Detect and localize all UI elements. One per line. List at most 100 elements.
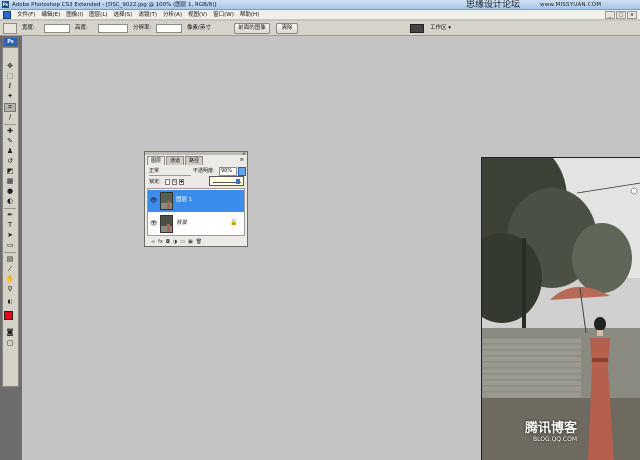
tab-layers[interactable]: 图层 [147,156,166,165]
default-colors-icon[interactable]: ◧ [4,298,16,307]
move-tool-icon[interactable]: ✥ [4,62,16,71]
marquee-tool-icon[interactable]: ⬚ [4,72,16,81]
new-layer-icon[interactable]: ▣ [188,238,193,246]
eye-icon[interactable]: 👁 [150,197,158,205]
height-field[interactable] [98,24,128,33]
brush-tool-icon[interactable]: ✎ [4,137,16,146]
panel-close-icon[interactable]: x [243,152,245,156]
ps-badge[interactable]: Ps [4,38,17,46]
toolbox-divider [4,208,16,209]
shape-tool-icon[interactable]: ▭ [4,241,16,250]
title-bar: Ps Adobe Photoshop CS3 Extended - [DSC_9… [0,0,640,10]
tab-channels[interactable]: 通道 [166,156,185,165]
height-label: 高度: [75,25,88,31]
link-icon[interactable]: ∞ [151,238,155,246]
menu-select[interactable]: 选择(S) [111,10,136,20]
resolution-field[interactable] [156,24,182,33]
blur-tool-icon[interactable]: ● [4,187,16,196]
adjustment-icon[interactable]: ◑ [173,238,177,246]
fx-icon[interactable]: fx [158,238,163,246]
eye-icon[interactable]: 👁 [150,220,158,228]
maximize-button[interactable]: □ [616,11,626,19]
options-bar: 宽度: 高度: 分辨率: 像素/英寸 前面的图像 清除 工作区 ▾ [0,21,640,36]
minimize-button[interactable]: _ [605,11,615,19]
toolbox: Ps ✥ ⬚ ℓ ✦ ⌗ / ✚ ✎ ♟ ↺ ◩ ▦ ● ◐ ✒ T ➤ ▭ ▤… [0,36,22,460]
layer-name[interactable]: 背景 [176,219,187,228]
lock-icon: 🔒 [230,219,238,226]
clone-stamp-tool-icon[interactable]: ♟ [4,147,16,156]
opacity-label: 不透明度: [193,168,215,174]
panel-menu-icon[interactable]: ≡ [240,157,244,164]
window-title: Adobe Photoshop CS3 Extended - [DSC_9022… [12,2,217,8]
resolution-unit-dropdown[interactable]: 像素/英寸 [187,24,211,33]
panel-title-strip[interactable] [145,152,247,155]
photo-image [482,158,640,460]
foreground-color-swatch[interactable] [4,311,13,320]
lock-position-icon[interactable]: ✚ [179,179,184,185]
tab-paths[interactable]: 路径 [185,156,204,165]
layer-thumbnail [160,192,173,210]
type-tool-icon[interactable]: T [4,221,16,230]
opacity-slider-knob[interactable] [236,179,240,184]
crop-tool-icon[interactable]: ⌗ [4,103,16,112]
path-selection-tool-icon[interactable]: ➤ [4,231,16,240]
history-brush-tool-icon[interactable]: ↺ [4,157,16,166]
layer-row[interactable]: 👁 背景 🔒 [148,213,244,235]
quick-mask-icon[interactable]: ◙ [4,328,16,337]
mask-icon[interactable]: ◘ [166,238,170,246]
width-label: 宽度: [22,25,35,31]
photoshop-app-icon: Ps [2,1,9,8]
menu-help[interactable]: 帮助(H) [237,10,262,20]
document-canvas[interactable] [481,157,640,460]
eraser-tool-icon[interactable]: ◩ [4,167,16,176]
site-watermark: www.MISSYUAN.COM [540,2,602,8]
menu-file[interactable]: 文件(F) [14,10,38,20]
gradient-tool-icon[interactable]: ▦ [4,177,16,186]
trash-icon[interactable]: 🗑 [196,238,202,246]
eyedropper-tool-icon[interactable]: ⁄ [4,265,16,274]
toolbox-divider [4,124,16,125]
layer-row[interactable]: 👁 图层 1 [148,190,244,212]
qq-blog-watermark: 腾讯博客 BLOG.QQ.COM [525,421,578,444]
opacity-dropdown-button[interactable] [238,167,246,176]
blend-mode-dropdown[interactable]: 正常 [149,167,191,176]
lock-pixels-icon[interactable]: ✎ [172,179,177,185]
menu-image[interactable]: 图像(I) [63,10,86,20]
layer-name[interactable]: 图层 1 [176,196,192,205]
lock-label: 锁定: [149,179,161,185]
layers-panel: x 图层 通道 路径 ≡ 正常 不透明度: 90% 锁定: ✎ ✚ 👁 图层 1… [144,151,248,247]
close-button[interactable]: x [627,11,637,19]
slice-tool-icon[interactable]: / [4,113,16,122]
layers-list: 👁 图层 1 👁 背景 🔒 [147,188,245,236]
toolbox-divider [4,252,16,253]
menu-filter[interactable]: 滤镜(T) [135,10,160,20]
opacity-input[interactable]: 90% [219,167,237,176]
tool-preset-picker[interactable] [3,23,17,34]
resolution-label: 分辨率: [133,25,152,31]
menu-view[interactable]: 视图(V) [185,10,210,20]
menu-edit[interactable]: 编辑(E) [38,10,63,20]
opacity-slider-popup [209,176,244,186]
screen-mode-icon[interactable]: ▢ [4,339,16,348]
menu-analysis[interactable]: 分析(A) [160,10,185,20]
hand-tool-icon[interactable]: ✋ [4,275,16,284]
clear-button[interactable]: 清除 [276,23,298,34]
dodge-tool-icon[interactable]: ◐ [4,197,16,206]
watermark-text: 腾讯博客 [525,421,578,436]
bridge-icon[interactable] [410,24,424,33]
pen-tool-icon[interactable]: ✒ [4,211,16,220]
menu-bar: 文件(F) 编辑(E) 图像(I) 图层(L) 选择(S) 滤镜(T) 分析(A… [0,10,640,20]
workspace-dropdown[interactable]: 工作区 ▾ [430,23,451,34]
ps-logo-icon[interactable] [3,11,11,19]
group-icon[interactable]: ▭ [180,238,185,246]
magic-wand-tool-icon[interactable]: ✦ [4,92,16,101]
healing-brush-tool-icon[interactable]: ✚ [4,127,16,136]
front-image-button[interactable]: 前面的图像 [234,23,270,34]
zoom-tool-icon[interactable]: ⚲ [4,285,16,294]
width-field[interactable] [44,24,70,33]
lasso-tool-icon[interactable]: ℓ [4,82,16,91]
notes-tool-icon[interactable]: ▤ [4,255,16,264]
menu-layer[interactable]: 图层(L) [86,10,110,20]
lock-transparency-icon[interactable] [165,179,170,185]
menu-window[interactable]: 窗口(W) [210,10,237,20]
